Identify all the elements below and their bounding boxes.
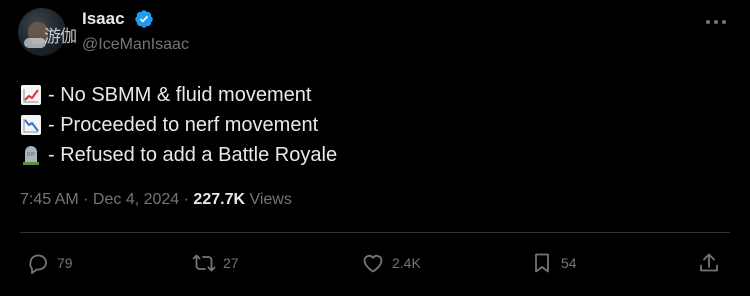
verified-badge-icon [135, 10, 153, 28]
share-button[interactable] [697, 250, 721, 276]
tweet-line: - No SBMM & fluid movement [20, 80, 337, 110]
reply-button[interactable]: 79 [26, 250, 73, 276]
bookmark-icon [535, 253, 549, 273]
retweet-count: 27 [223, 255, 239, 271]
avatar-controller [24, 38, 46, 48]
like-button[interactable]: 2.4K [361, 250, 421, 276]
headstone-icon: RIP [23, 146, 39, 165]
tweet-line: RIP - Refused to add a Battle Royale [20, 140, 337, 170]
tweet-date[interactable]: Dec 4, 2024 [93, 191, 179, 208]
tweet-meta: 7:45 AM · Dec 4, 2024 · 227.7K Views [20, 189, 292, 211]
bookmark-button[interactable]: 54 [530, 250, 577, 276]
tweet-line-text: - No SBMM & fluid movement [48, 83, 312, 106]
views-label: Views [245, 191, 292, 208]
user-handle[interactable]: @IceManIsaac [82, 35, 189, 55]
tweet-line: - Proceeded to nerf movement [20, 110, 337, 140]
heart-icon [363, 255, 383, 273]
more-options-icon[interactable] [704, 18, 728, 26]
divider [20, 232, 730, 233]
views-count: 227.7K [193, 191, 246, 208]
bookmark-count: 54 [561, 255, 577, 271]
meta-separator: · [78, 191, 93, 208]
like-count: 2.4K [392, 255, 421, 271]
reply-icon [29, 254, 47, 274]
tweet-card: 游伽 Isaac @IceManIsaac - No SBMM & fluid … [0, 0, 750, 296]
tweet-text: - No SBMM & fluid movement - Proceeded t… [20, 80, 337, 170]
tweet-line-text: - Refused to add a Battle Royale [48, 143, 338, 166]
display-name[interactable]: Isaac [82, 8, 125, 30]
reply-count: 79 [57, 255, 73, 271]
share-icon [700, 253, 718, 272]
svg-text:RIP: RIP [27, 152, 35, 158]
retweet-button[interactable]: 27 [192, 250, 239, 276]
avatar-watermark: 游伽 [44, 27, 77, 47]
retweet-icon [192, 254, 216, 272]
tweet-time[interactable]: 7:45 AM [20, 191, 79, 208]
tweet-line-text: - Proceeded to nerf movement [48, 113, 319, 136]
chart-decreasing-icon [21, 115, 41, 135]
chart-increasing-icon [21, 85, 41, 105]
meta-separator: · [179, 191, 194, 208]
